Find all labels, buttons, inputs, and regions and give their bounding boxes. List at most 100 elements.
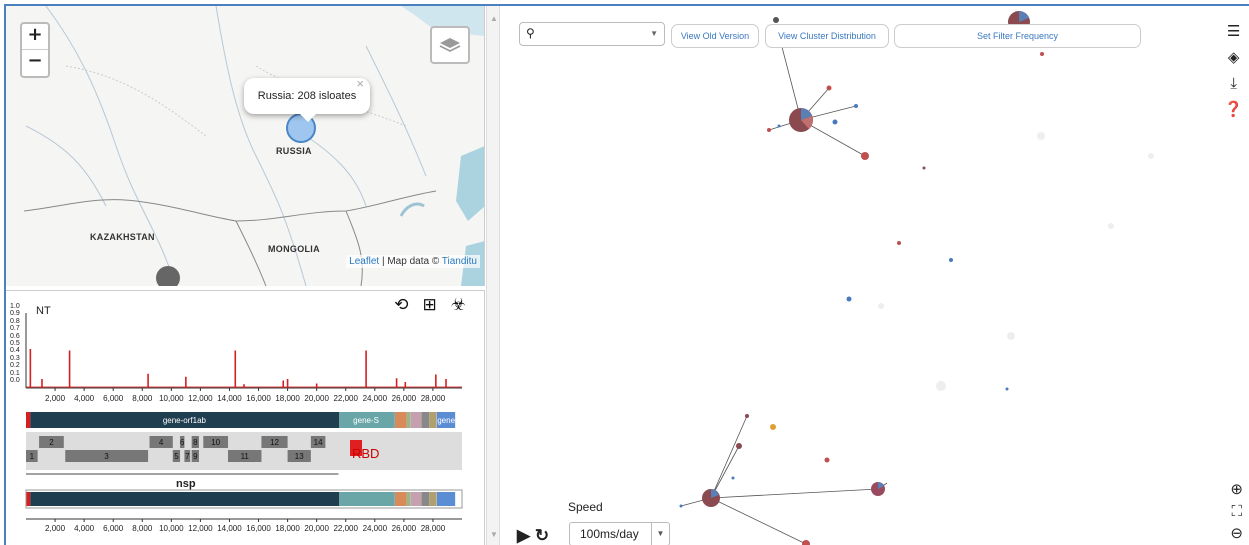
x-tick-label: 8,000 (132, 394, 153, 403)
gene-accessory[interactable] (429, 412, 437, 428)
overview-s[interactable] (339, 492, 395, 506)
background-nodes (878, 132, 1154, 391)
set-filter-frequency-button[interactable]: Set Filter Frequency (894, 24, 1141, 48)
rbd-label: RBD (352, 446, 380, 461)
chevron-down-icon[interactable]: ▼ (650, 29, 658, 38)
tianditu-link[interactable]: Tianditu (442, 256, 477, 267)
cluster-node[interactable] (871, 482, 885, 496)
speed-select[interactable]: 100ms/day ▼ (569, 522, 670, 545)
attribution-sep: | Map data © (379, 256, 442, 267)
map-label-mongolia: MONGOLIA (268, 244, 320, 254)
scroll-up-icon[interactable]: ▲ (490, 14, 498, 23)
map-label-kazakhstan: KAZAKHSTAN (90, 232, 155, 242)
map-popup: Russia: 208 isloates × (244, 76, 370, 122)
nsp-number: 1 (30, 452, 35, 461)
x-tick-label: 10,000 (159, 394, 184, 403)
overview-accessory[interactable] (429, 492, 437, 506)
nsp-number: 9 (193, 452, 198, 461)
gene-label: gene-orf1ab (163, 416, 207, 425)
overview-accessory[interactable] (410, 492, 422, 506)
gene-5utr (26, 412, 31, 428)
sliders-icon[interactable]: ☰ (1227, 24, 1240, 40)
cluster-node[interactable] (702, 489, 720, 507)
map-layer-button[interactable] (430, 26, 470, 64)
gene-accessory[interactable] (410, 412, 422, 428)
nsp-number: 13 (295, 452, 304, 461)
overview-n[interactable] (436, 492, 456, 506)
map-attribution: Leaflet | Map data © Tianditu (346, 255, 480, 268)
x-tick-label: 24,000 (363, 394, 388, 403)
overview-tick-label: 26,000 (392, 524, 417, 533)
network-edges (680, 23, 888, 545)
overview-tick-label: 28,000 (421, 524, 446, 533)
replay-icon[interactable]: ↻ (535, 526, 549, 545)
genome-panel: 1.0 0.9 0.8 0.7 0.6 0.5 0.4 0.3 0.2 0.1 … (6, 290, 485, 545)
layers-icon[interactable]: ◈ (1228, 50, 1240, 66)
popup-text: Russia: 208 isloates (257, 90, 357, 102)
map-panel[interactable]: RUSSIA KAZAKHSTAN MONGOLIA + − Russia: 2… (6, 6, 485, 286)
overview-accessory[interactable] (395, 492, 407, 506)
x-tick-label: 20,000 (304, 394, 329, 403)
nsp-number: 6 (180, 438, 185, 447)
zoom-in-button[interactable]: + (22, 24, 48, 50)
nsp-number: 10 (211, 438, 220, 447)
gene-label: gene-N (437, 416, 463, 425)
search-box[interactable]: ⚲ ▼ (519, 22, 665, 46)
popup-tip (300, 114, 316, 122)
layers-icon (439, 38, 461, 52)
cluster-node[interactable] (789, 108, 813, 132)
zoom-out-button[interactable]: − (22, 50, 48, 76)
gene-label: gene-S (353, 416, 379, 425)
small-nodes[interactable] (679, 17, 1045, 545)
view-old-version-button[interactable]: View Old Version (671, 24, 759, 48)
overview-tick-label: 20,000 (304, 524, 329, 533)
map-canvas (6, 6, 484, 286)
overview-tick-label: 22,000 (333, 524, 358, 533)
nsp-number: 14 (314, 438, 323, 447)
nsp-number: 2 (49, 438, 54, 447)
overview-tick-label: 12,000 (188, 524, 213, 533)
help-icon[interactable]: ❓ (1224, 102, 1243, 118)
fullscreen-icon[interactable]: ⛶ (1231, 503, 1242, 521)
overview-tick-label: 4,000 (74, 524, 95, 533)
leaflet-link[interactable]: Leaflet (349, 256, 379, 267)
play-icon[interactable]: ▶ (517, 526, 530, 545)
overview-accessory[interactable] (406, 492, 411, 506)
nsp-number: 11 (241, 452, 250, 461)
panel-divider[interactable]: ▲ ▼ (486, 6, 500, 545)
view-cluster-distribution-button[interactable]: View Cluster Distribution (765, 24, 889, 48)
overview-tick-label: 6,000 (103, 524, 124, 533)
x-tick-label: 14,000 (217, 394, 242, 403)
zoom-out-icon[interactable]: ⊖ (1230, 525, 1243, 543)
map-zoom-control: + − (20, 22, 50, 78)
haplotype-network[interactable] (501, 6, 1249, 545)
x-tick-label: 18,000 (275, 394, 300, 403)
gene-accessory[interactable] (406, 412, 411, 428)
nsp-number: 4 (159, 438, 164, 447)
chevron-down-icon[interactable]: ▼ (651, 523, 669, 545)
genome-chart: 2,000 4,000 6,000 8,000 10,000 12,000 14,000 16… (25, 313, 464, 533)
gene-accessory[interactable] (395, 412, 407, 428)
gene-accessory[interactable] (421, 412, 430, 428)
overview-orf1ab[interactable] (30, 492, 340, 506)
overview-5utr (26, 492, 31, 506)
scroll-down-icon[interactable]: ▼ (490, 530, 498, 539)
speed-label: Speed (568, 500, 603, 514)
x-tick-label: 28,000 (421, 394, 446, 403)
map-label-russia: RUSSIA (276, 146, 312, 156)
overview-tick-label: 24,000 (363, 524, 388, 533)
x-tick-label: 2,000 (45, 394, 66, 403)
overview-tick-label: 18,000 (275, 524, 300, 533)
overview-accessory[interactable] (421, 492, 430, 506)
nsp-number: 5 (174, 452, 179, 461)
network-zoom-toolbar: ⊕ ⛶ ⊖ (1230, 481, 1243, 543)
network-panel[interactable]: ⚲ ▼ View Old Version View Cluster Distri… (501, 6, 1249, 545)
popup-close-button[interactable]: × (356, 66, 364, 102)
download-icon[interactable]: ⤓ (1230, 76, 1237, 92)
zoom-in-icon[interactable]: ⊕ (1230, 481, 1243, 499)
nsp-number: 12 (270, 438, 279, 447)
network-toolbar: ☰ ◈ ⤓ ❓ (1224, 24, 1243, 118)
nsp-number: 3 (104, 452, 109, 461)
x-tick-label: 16,000 (246, 394, 271, 403)
overview-tick-label: 10,000 (159, 524, 184, 533)
